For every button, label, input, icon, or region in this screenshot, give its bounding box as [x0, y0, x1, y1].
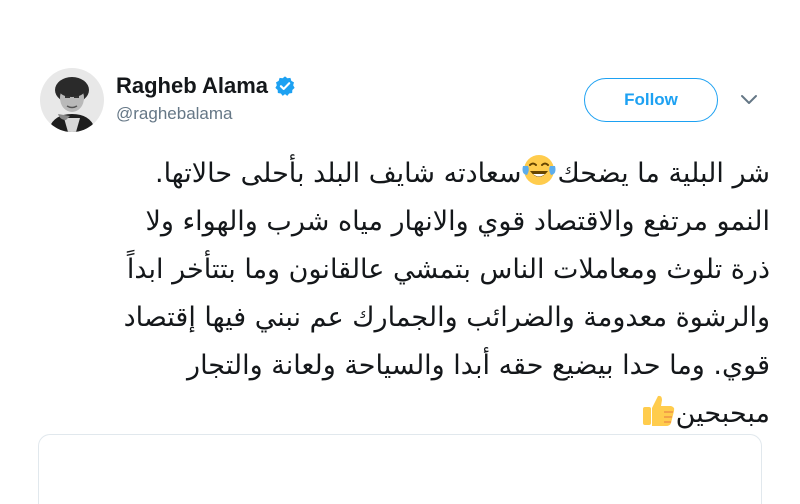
tweet-line-text: سعادته شايف البلد بأحلى حالاتها. — [155, 158, 522, 189]
tweet-card: Ragheb Alama @raghebalama Follow شر البل… — [0, 0, 800, 504]
tweet-line: قوي. وما حدا بيضيع حقه أبدا والسياحة ولع… — [187, 350, 770, 381]
follow-button[interactable]: Follow — [584, 78, 718, 122]
tweet-line: شر البلية ما يضحك سعادته شايف البلد بأحل… — [60, 150, 770, 198]
display-name[interactable]: Ragheb Alama — [116, 73, 268, 99]
user-info: Ragheb Alama @raghebalama — [116, 72, 296, 124]
name-row: Ragheb Alama — [116, 72, 296, 100]
tweet-line: والرشوة معدومة والضرائب والجمارك عم نبني… — [123, 302, 770, 333]
face-with-tears-of-joy-icon — [522, 155, 556, 185]
user-handle[interactable]: @raghebalama — [116, 104, 296, 124]
profile-photo-icon — [40, 68, 104, 132]
tweet-line: النمو مرتفع والاقتصاد قوي والانهار مياه … — [145, 206, 770, 237]
tweet-line-text: شر البلية ما يضحك — [557, 158, 770, 189]
quoted-card-frame — [38, 434, 762, 504]
tweet-line-text: مبحبحين — [675, 398, 770, 429]
tweet-line: ذرة تلوث ومعاملات الناس بتمشي عالقانون و… — [126, 254, 770, 285]
thumbs-up-icon — [642, 395, 674, 426]
tweet-text: شر البلية ما يضحك سعادته شايف البلد بأحل… — [60, 150, 770, 438]
verified-badge-icon — [275, 76, 295, 96]
tweet-header: Ragheb Alama @raghebalama Follow — [40, 68, 770, 138]
avatar[interactable] — [40, 68, 104, 132]
chevron-down-icon[interactable] — [740, 94, 758, 106]
tweet-line: مبحبحين — [60, 390, 770, 438]
